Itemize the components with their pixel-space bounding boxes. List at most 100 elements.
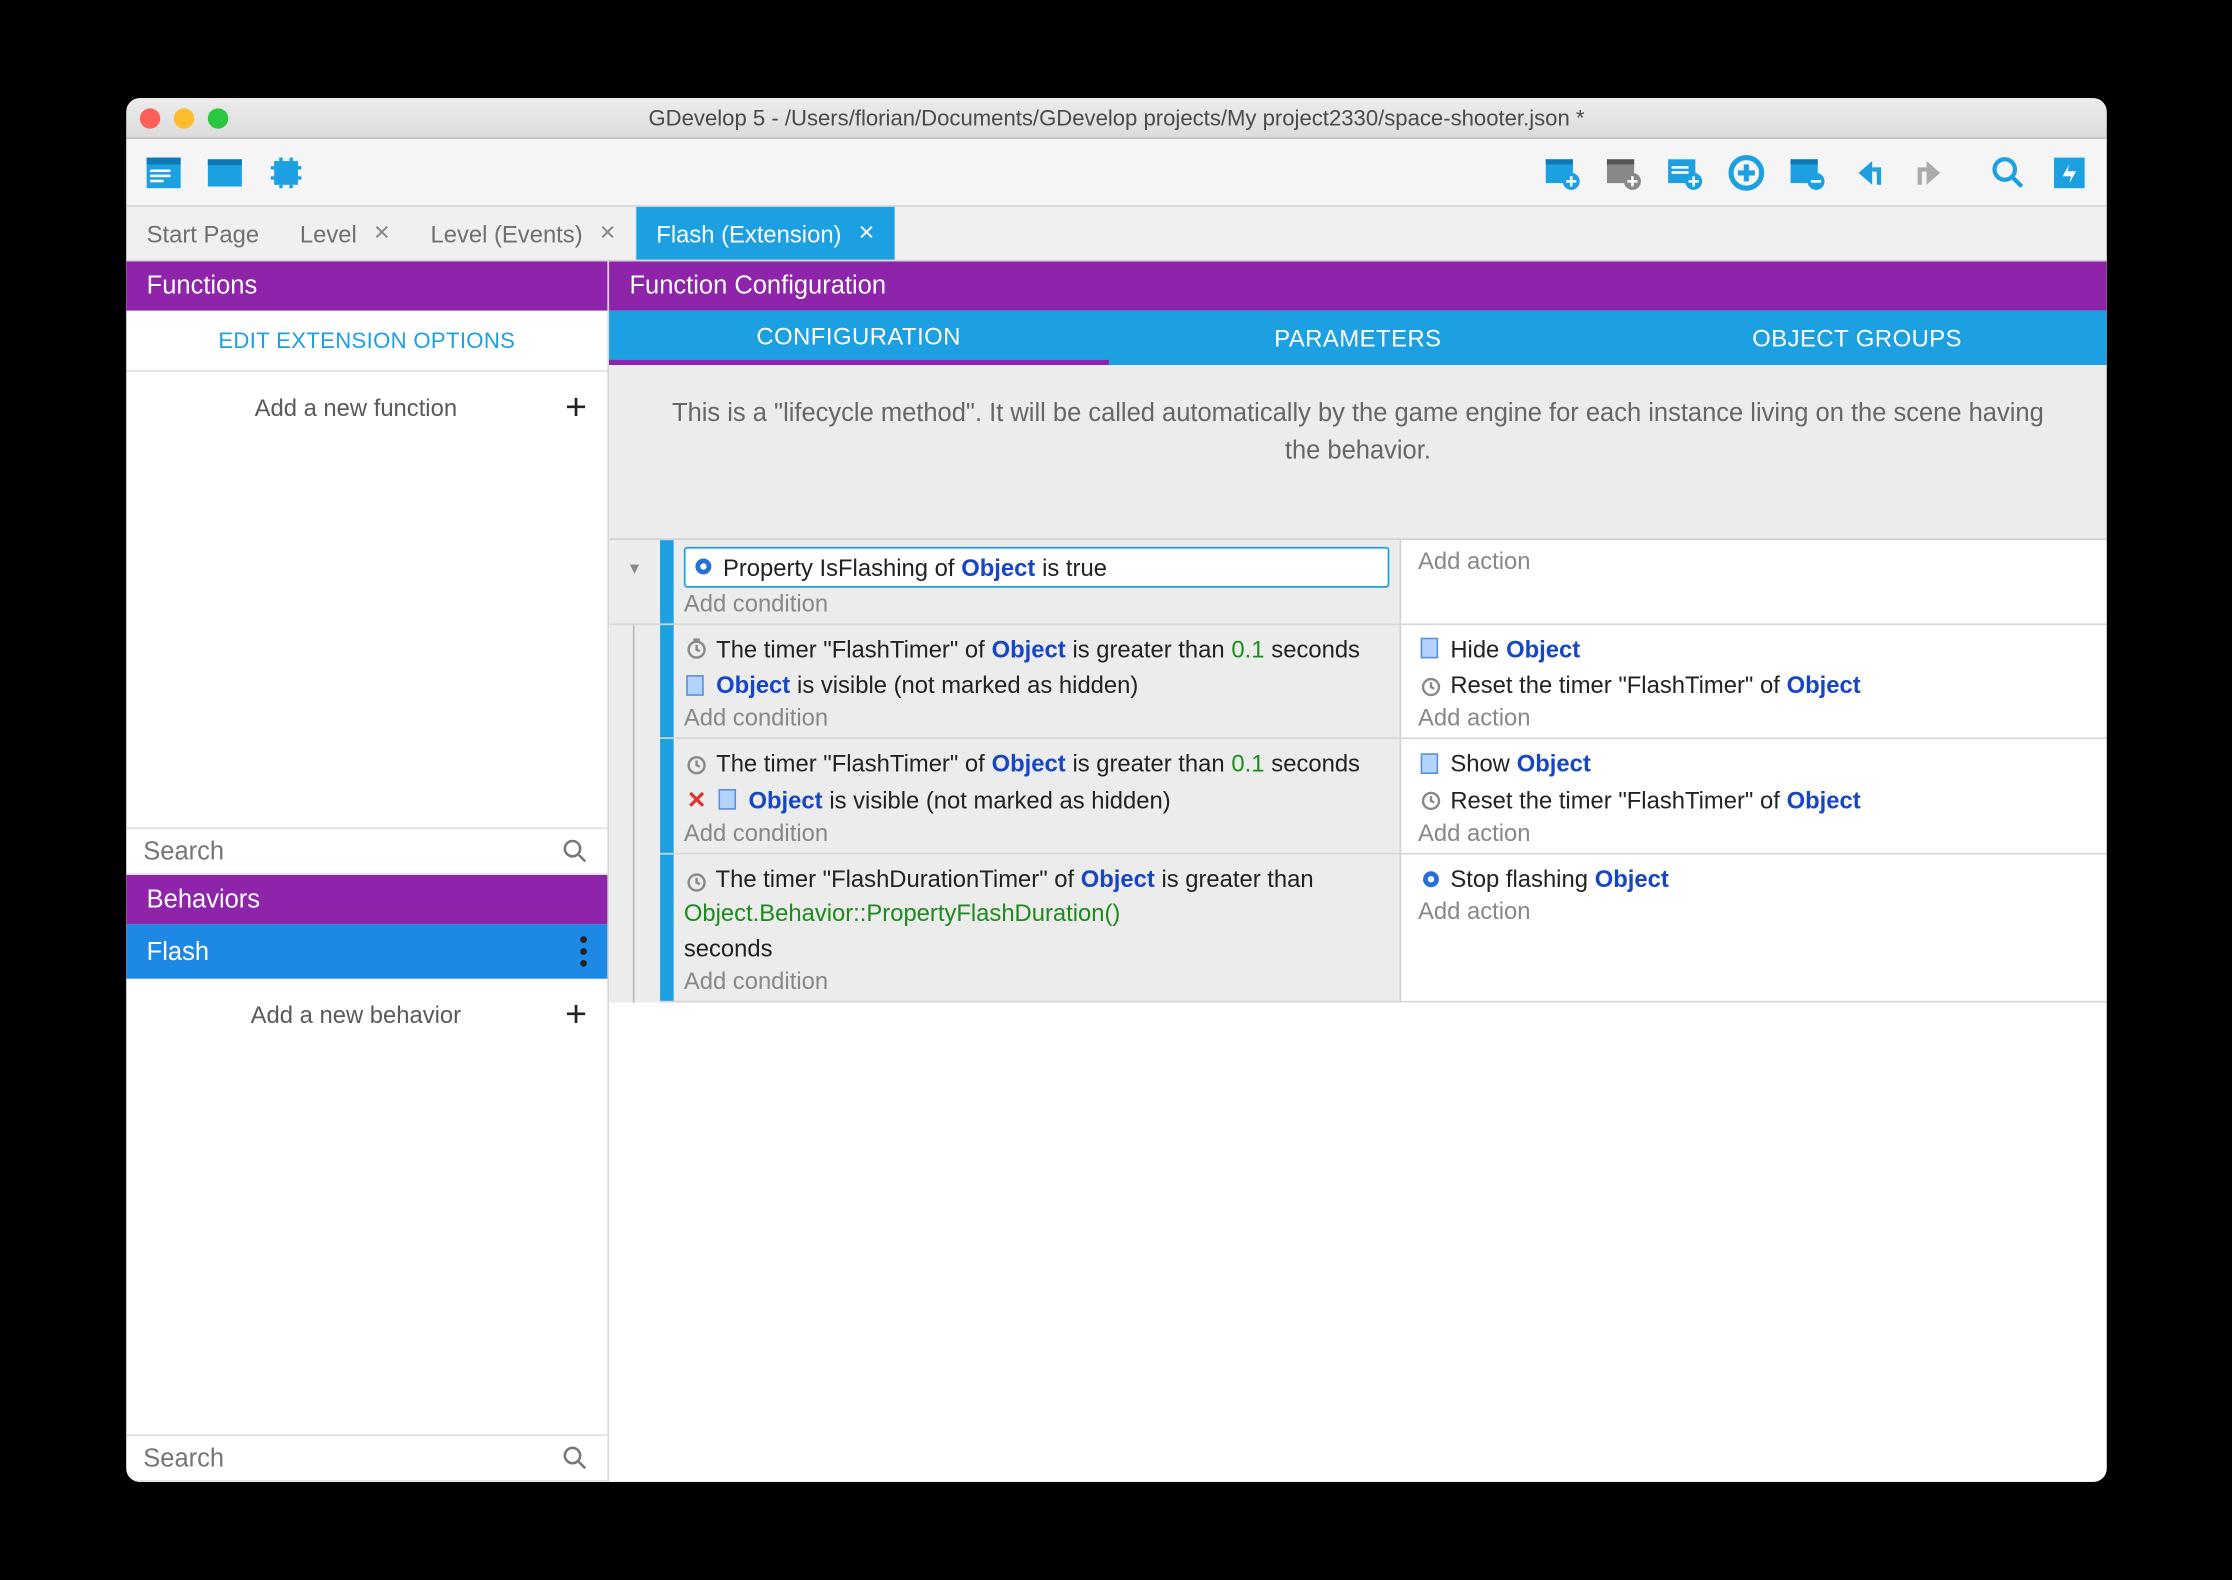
add-action-link[interactable]: Add action [1418,704,2090,731]
content: Functions EDIT EXTENSION OPTIONS Add a n… [126,261,2107,1482]
search-icon [559,1443,590,1474]
visible-icon [683,672,709,698]
event-row[interactable]: The timer "FlashTimer" of Object is grea… [660,740,2107,855]
subtab-parameters[interactable]: PARAMETERS [1108,311,1607,365]
timer-icon [1418,787,1444,813]
window-controls [139,107,227,127]
config-subtabs: CONFIGURATION PARAMETERS OBJECT GROUPS [609,311,2107,365]
show-icon [1418,751,1444,777]
scene-panel-button[interactable] [197,145,251,199]
add-behavior-button[interactable]: Add a new behavior + [126,979,607,1050]
close-tab-icon[interactable]: × [858,218,874,249]
close-tab-icon[interactable]: × [373,218,389,249]
event-row[interactable]: The timer "FlashDurationTimer" of Object… [660,855,2107,1003]
window-title: GDevelop 5 - /Users/florian/Documents/GD… [126,105,2107,131]
maximize-window-button[interactable] [207,107,227,127]
redo-button[interactable] [1902,145,1956,199]
action-line[interactable]: Hide Object [1418,632,2090,667]
visible-icon [716,787,742,813]
settings-button[interactable] [2042,145,2096,199]
add-condition-link[interactable]: Add condition [683,819,1388,846]
add-condition-link[interactable]: Add condition [683,967,1388,994]
undo-button[interactable] [1841,145,1895,199]
add-function-button[interactable]: Add a new function + [126,372,607,443]
conditions-column[interactable]: The timer "FlashTimer" of Object is grea… [673,740,1400,853]
behaviors-header: Behaviors [126,875,607,924]
minimize-window-button[interactable] [173,107,193,127]
action-line[interactable]: Reset the timer "FlashTimer" of Object [1418,783,2090,818]
search-icon [559,836,590,867]
actions-column[interactable]: Add action [1401,539,2107,623]
edit-extension-options-button[interactable]: EDIT EXTENSION OPTIONS [126,311,607,372]
event-row[interactable]: ▾ Property IsFlashing of Object is true … [609,539,2107,625]
invert-icon [683,787,709,813]
add-behavior-label: Add a new behavior [146,1001,564,1028]
add-condition-link[interactable]: Add condition [683,589,1388,616]
project-panel-button[interactable] [136,145,190,199]
behavior-label: Flash [146,937,208,966]
behaviors-search[interactable] [126,1434,607,1482]
condition-line[interactable]: The timer "FlashTimer" of Object is grea… [683,632,1388,667]
app-window: GDevelop 5 - /Users/florian/Documents/GD… [126,98,2107,1482]
condition-line[interactable]: Object is visible (not marked as hidden) [683,668,1388,703]
event-indicator [660,539,674,623]
close-tab-icon[interactable]: × [599,218,615,249]
events-sheet: ▾ Property IsFlashing of Object is true … [609,539,2107,1482]
add-special-button[interactable] [1719,145,1773,199]
functions-header: Functions [126,261,607,310]
gear-icon [1418,866,1444,892]
event-indicator [660,740,674,853]
condition-line[interactable]: Object is visible (not marked as hidden) [683,783,1388,818]
event-tree-indent [609,625,660,1003]
kebab-menu-icon[interactable] [580,936,587,967]
add-condition-link[interactable]: Add condition [683,704,1388,731]
add-action-link[interactable]: Add action [1418,546,2090,573]
tab-start-page[interactable]: Start Page [126,207,279,260]
add-subevent-button[interactable] [1596,145,1650,199]
condition-line[interactable]: The timer "FlashDurationTimer" of Object… [683,861,1388,965]
conditions-column[interactable]: Property IsFlashing of Object is true Ad… [673,539,1400,623]
event-collapse-toggle[interactable]: ▾ [609,539,660,623]
search-input[interactable] [143,837,560,866]
subtab-configuration[interactable]: CONFIGURATION [609,311,1108,365]
search-input[interactable] [143,1444,560,1473]
tab-level-events[interactable]: Level (Events) × [410,207,636,260]
add-action-link[interactable]: Add action [1418,819,2090,846]
event-indicator [660,625,674,738]
lifecycle-description: This is a "lifecycle method". It will be… [609,365,2107,539]
search-events-button[interactable] [1980,145,2034,199]
functions-search[interactable] [126,827,607,875]
sidebar: Functions EDIT EXTENSION OPTIONS Add a n… [126,261,609,1482]
conditions-column[interactable]: The timer "FlashDurationTimer" of Object… [673,855,1400,1001]
behavior-item-flash[interactable]: Flash [126,924,607,978]
extension-panel-button[interactable] [258,145,312,199]
tab-label: Level [299,220,356,247]
tab-level[interactable]: Level × [279,207,410,260]
tab-flash-extension[interactable]: Flash (Extension) × [635,207,894,260]
conditions-column[interactable]: The timer "FlashTimer" of Object is grea… [673,625,1400,738]
actions-column[interactable]: Show Object Reset the timer "FlashTimer"… [1401,740,2107,853]
action-line[interactable]: Show Object [1418,746,2090,781]
close-window-button[interactable] [139,107,159,127]
actions-column[interactable]: Hide Object Reset the timer "FlashTimer"… [1401,625,2107,738]
actions-column[interactable]: Stop flashing Object Add action [1401,855,2107,1001]
add-comment-button[interactable] [1657,145,1711,199]
subtab-object-groups[interactable]: OBJECT GROUPS [1607,311,2106,365]
toolbar [126,139,2107,207]
titlebar: GDevelop 5 - /Users/florian/Documents/GD… [126,98,2107,139]
action-line[interactable]: Reset the timer "FlashTimer" of Object [1418,668,2090,703]
remove-event-button[interactable] [1780,145,1834,199]
condition-line[interactable]: The timer "FlashTimer" of Object is grea… [683,746,1388,781]
add-event-button[interactable] [1535,145,1589,199]
condition-line[interactable]: Property IsFlashing of Object is true [683,546,1388,587]
main-panel: Function Configuration CONFIGURATION PAR… [609,261,2107,1482]
add-action-link[interactable]: Add action [1418,898,2090,925]
action-line[interactable]: Stop flashing Object [1418,861,2090,896]
event-row[interactable]: The timer "FlashTimer" of Object is grea… [660,625,2107,740]
gear-icon [690,554,716,580]
hide-icon [1418,636,1444,662]
tab-label: Level (Events) [430,220,582,247]
tabs-bar: Start Page Level × Level (Events) × Flas… [126,207,2107,261]
tab-label: Flash (Extension) [656,220,841,247]
timer-icon [683,636,709,662]
